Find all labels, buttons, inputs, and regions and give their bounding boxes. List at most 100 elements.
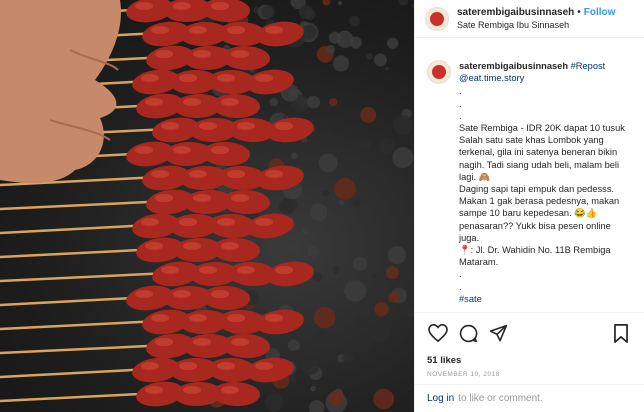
charcoal <box>278 198 295 215</box>
caption-head: saterembigaibusinnaseh #Repost @eat.time… <box>459 60 630 84</box>
caption-line: 📍: Jl. Dr. Wahidin No. 11B Rembiga Matar… <box>459 245 611 268</box>
charcoal <box>354 315 368 329</box>
charcoal <box>372 273 377 278</box>
caption-line: Sate Rembiga - IDR 20K dapat 10 tusuk <box>459 123 625 134</box>
meat-highlight <box>135 290 153 298</box>
avatar[interactable] <box>425 6 449 31</box>
meat-highlight <box>237 266 255 274</box>
charcoal <box>307 245 319 257</box>
charcoal <box>314 306 336 329</box>
caption-line: Salah satu sate khas Lombok yang terkena… <box>459 135 620 182</box>
charcoal <box>328 390 345 407</box>
charcoal <box>318 153 338 173</box>
repost-handle[interactable]: @eat.time.story <box>459 73 524 83</box>
meat-highlight <box>221 98 239 106</box>
meat-highlight <box>189 26 207 34</box>
meat-highlight <box>221 386 239 394</box>
charcoal <box>334 178 356 200</box>
charcoal <box>385 66 390 71</box>
hashtag-link[interactable]: #sate <box>459 293 630 305</box>
post-photo[interactable] <box>0 0 414 412</box>
comment-icon[interactable] <box>457 322 479 344</box>
meat-highlight <box>265 26 283 34</box>
login-link[interactable]: Log in <box>427 393 454 404</box>
charcoal <box>378 138 395 155</box>
meat-highlight <box>145 98 163 106</box>
charcoal <box>313 272 323 282</box>
charcoal <box>322 0 331 6</box>
meat-highlight <box>161 122 179 130</box>
post-header: saterembigaibusinnaseh • Follow Sate Rem… <box>415 0 644 38</box>
meat-highlight <box>179 218 197 226</box>
header-row: saterembigaibusinnaseh • Follow <box>457 7 615 19</box>
caption-line: . <box>459 269 462 280</box>
charcoal <box>351 335 370 353</box>
meat-highlight <box>211 290 229 298</box>
meat-chunk <box>212 237 260 263</box>
header-text: saterembigaibusinnaseh • Follow Sate Rem… <box>457 7 615 31</box>
meat-highlight <box>145 242 163 250</box>
charcoal <box>406 309 414 318</box>
follow-button[interactable]: Follow <box>584 7 616 19</box>
meat-highlight <box>227 170 245 178</box>
meat-highlight <box>183 98 201 106</box>
likes-count[interactable]: 51 likes <box>427 355 632 366</box>
charcoal <box>312 328 327 343</box>
meat-chunk <box>266 261 314 287</box>
username-link[interactable]: saterembigaibusinnaseh <box>457 7 574 19</box>
meat-highlight <box>135 2 153 10</box>
charcoal <box>288 375 296 383</box>
meat-highlight <box>193 338 211 346</box>
avatar-image <box>430 11 444 26</box>
charcoal <box>308 400 325 412</box>
meat-highlight <box>265 314 283 322</box>
meat-highlight <box>141 362 159 370</box>
login-prompt: to like or comment. <box>458 393 543 404</box>
charcoal <box>360 139 371 151</box>
charcoal <box>287 339 300 352</box>
charcoal <box>342 351 354 364</box>
meat-highlight <box>141 218 159 226</box>
bookmark-icon[interactable] <box>610 322 632 344</box>
meat-highlight <box>183 386 201 394</box>
charcoal <box>388 291 400 303</box>
meat-highlight <box>255 74 273 82</box>
charcoal <box>398 0 409 6</box>
caption-line: Daging sapi tapi empuk dan pedesss. Maka… <box>459 184 620 243</box>
meat-highlight <box>211 2 229 10</box>
charcoal <box>322 190 329 197</box>
meat-highlight <box>217 362 235 370</box>
meat-highlight <box>135 146 153 154</box>
meat-highlight <box>275 266 293 274</box>
heart-icon[interactable] <box>427 322 449 344</box>
meat-chunk <box>212 93 260 119</box>
caption-username[interactable]: saterembigaibusinnaseh <box>459 61 568 71</box>
caption-line: . <box>459 281 462 292</box>
charcoal <box>338 199 345 206</box>
charcoal <box>329 98 338 107</box>
meat-highlight <box>199 122 217 130</box>
meat-highlight <box>211 146 229 154</box>
meat-highlight <box>231 338 249 346</box>
meat-highlight <box>193 194 211 202</box>
charcoal <box>301 228 308 235</box>
charcoal <box>371 323 391 343</box>
charcoal <box>349 15 360 27</box>
meat-highlight <box>189 314 207 322</box>
charcoal <box>392 146 414 169</box>
meat-highlight <box>189 170 207 178</box>
meat-highlight <box>151 314 169 322</box>
location-link[interactable]: Sate Rembiga Ibu Sinnaseh <box>457 19 615 31</box>
meat-highlight <box>151 26 169 34</box>
meat-chunk <box>202 141 250 167</box>
charcoal <box>269 97 278 107</box>
meat-highlight <box>265 170 283 178</box>
repost-hashtag[interactable]: #Repost <box>571 61 606 71</box>
share-icon[interactable] <box>487 322 509 344</box>
meat-highlight <box>155 50 173 58</box>
meat-highlight <box>217 218 235 226</box>
charcoal <box>302 358 319 376</box>
caption-line: . <box>459 110 462 121</box>
charcoal <box>374 302 389 317</box>
meat-highlight <box>231 50 249 58</box>
